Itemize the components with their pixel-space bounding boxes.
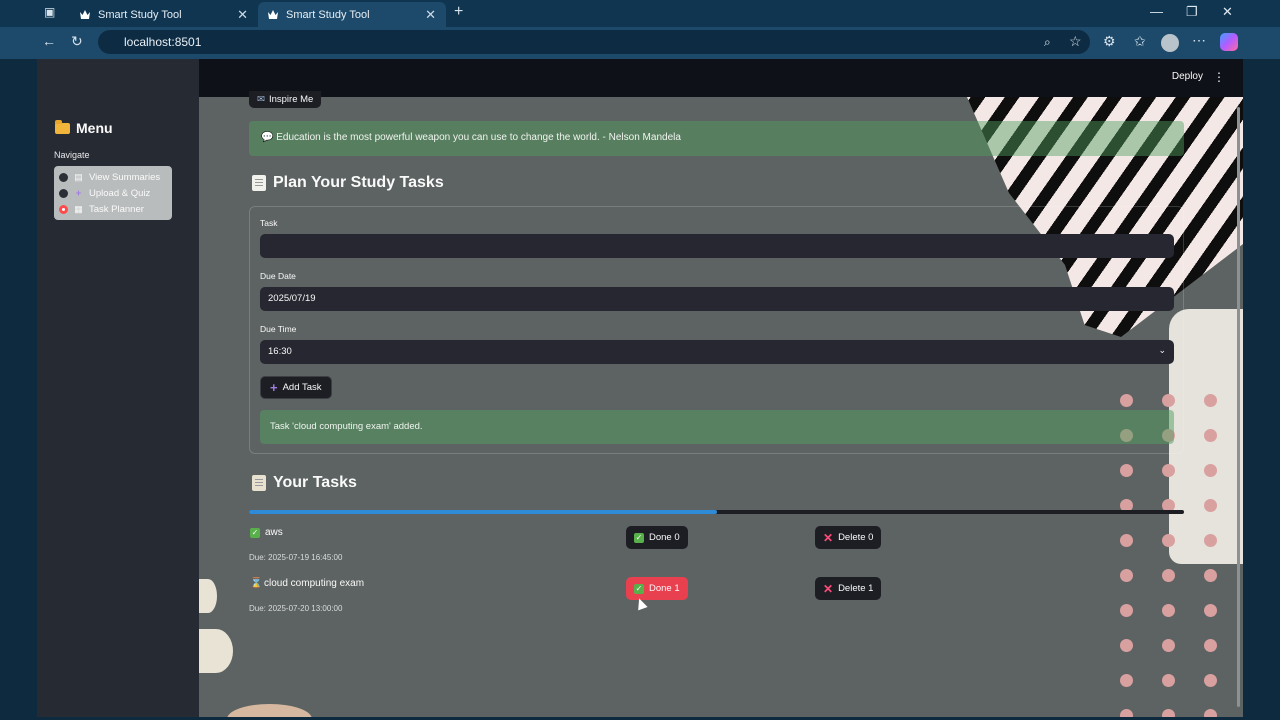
tab-actions-icon[interactable]: ▣ [44,5,55,19]
close-tab-icon[interactable]: ✕ [425,7,436,23]
nav-option-view-summaries[interactable]: ▤ View Summaries [59,169,167,185]
reload-icon[interactable]: ↻ [71,33,83,50]
clipboard-icon [252,475,266,491]
minimize-icon[interactable]: — [1150,4,1163,19]
plan-heading: Plan Your Study Tasks [252,174,444,192]
app-window: Menu Navigate ▤ View Summaries + Upload … [37,59,1243,717]
favorite-icon[interactable]: ☆ [1069,33,1082,50]
scrollbar[interactable] [1237,107,1240,707]
add-task-button[interactable]: + Add Task [260,376,332,399]
nav-option-label: Task Planner [89,203,144,215]
progress-bar [249,510,1184,514]
speech-bubble-icon: 💬 [261,132,274,143]
nav-option-upload-quiz[interactable]: + Upload & Quiz [59,185,167,201]
delete-button[interactable]: ✕ Delete 1 [815,577,882,600]
new-tab-icon[interactable]: + [454,3,463,21]
extensions-icon[interactable]: ⚙ [1103,33,1116,50]
quote-text: Education is the most powerful weapon yo… [276,132,681,143]
task-due: Due: 2025-07-20 13:00:00 [249,604,343,613]
zoom-icon[interactable]: ⌕ [1044,35,1051,50]
page-icon: ▤ [74,172,83,182]
plus-icon: + [270,380,278,395]
url-text: localhost:8501 [124,35,202,49]
browser-toolbar: ← ↻ localhost:8501 ⌕ ☆ ⚙ ✩ ⋯ [0,27,1280,59]
nav-option-label: View Summaries [89,171,161,183]
due-date-label: Due Date [260,271,296,281]
navigation-radio-group: ▤ View Summaries + Upload & Quiz ▦ Task … [54,166,172,220]
due-time-label: Due Time [260,324,297,334]
done-button-label: Done 1 [649,583,680,594]
streamlit-crown-icon [80,10,90,19]
close-window-icon[interactable]: ✕ [1222,4,1233,20]
task-title-text: cloud computing exam [264,578,365,589]
address-bar[interactable]: localhost:8501 [98,30,1090,54]
folder-icon [55,119,70,134]
due-time-select[interactable]: 16:30 ⌄ [260,340,1174,364]
tab-title: Smart Study Tool [98,8,182,21]
hourglass-icon: ⌛ [250,578,263,589]
plan-heading-text: Plan Your Study Tasks [273,174,444,191]
nav-option-label: Upload & Quiz [89,187,151,199]
delete-button-label: Delete 1 [838,583,874,594]
close-icon: ✕ [823,530,834,545]
radio-button-selected[interactable] [59,204,68,214]
task-item-title: ⌛ cloud computing exam [250,578,364,589]
task-input[interactable] [260,234,1174,258]
check-icon: ✓ [634,532,644,543]
main-content: ✉ Inspire Me 💬 Education is the most pow… [199,91,1243,717]
chevron-down-icon: ⌄ [1158,345,1166,355]
due-time-value: 16:30 [268,346,292,357]
due-date-value: 2025/07/19 [268,293,316,304]
sidebar-title-text: Menu [76,120,113,136]
navigate-label: Navigate [54,150,90,160]
app-header: Deploy ⋮ [199,59,1243,97]
inspire-button-label: Inspire Me [268,94,314,105]
task-form: Task Due Date 2025/07/19 Due Time 16:30 … [249,206,1184,454]
due-date-input[interactable]: 2025/07/19 [260,287,1174,311]
inspire-me-button[interactable]: ✉ Inspire Me [249,91,322,108]
check-icon: ✓ [634,583,644,594]
radio-button[interactable] [59,188,68,198]
done-button[interactable]: ✓ Done 0 [626,526,688,549]
memo-icon [252,175,266,191]
copilot-icon[interactable] [1220,33,1238,51]
main-menu-icon[interactable]: ⋮ [1213,70,1225,84]
streamlit-crown-icon [268,10,278,19]
deploy-button[interactable]: Deploy [1172,71,1203,82]
profile-avatar[interactable] [1161,34,1179,52]
done-button[interactable]: ✓ Done 1 [626,577,688,600]
plus-icon: + [75,188,82,198]
delete-button-label: Delete 0 [838,532,874,543]
success-message: Task 'cloud computing exam' added. [260,410,1174,444]
delete-button[interactable]: ✕ Delete 0 [815,526,882,549]
check-icon: ✓ [250,527,260,538]
tab-title: Smart Study Tool [286,8,370,21]
close-icon: ✕ [823,581,834,596]
tasks-heading-text: Your Tasks [273,474,357,491]
favorites-list-icon[interactable]: ✩ [1134,33,1146,50]
task-item-title: ✓ aws [250,527,283,538]
envelope-icon: ✉ [257,94,265,105]
done-button-label: Done 0 [649,532,680,543]
more-icon[interactable]: ⋯ [1192,32,1206,49]
nav-option-task-planner[interactable]: ▦ Task Planner [59,201,167,217]
quote-box: 💬 Education is the most powerful weapon … [249,121,1184,156]
tasks-heading: Your Tasks [252,474,357,492]
sidebar-title: Menu [55,119,113,136]
task-label: Task [260,218,278,228]
calendar-icon: ▦ [74,204,83,214]
sidebar: Menu Navigate ▤ View Summaries + Upload … [37,59,199,717]
back-icon[interactable]: ← [42,33,56,49]
task-due: Due: 2025-07-19 16:45:00 [249,553,343,562]
add-task-label: Add Task [282,382,322,393]
task-title-text: aws [265,527,283,538]
browser-tab-bar: ▣ Smart Study Tool ✕ Smart Study Tool ✕ … [0,0,1280,27]
close-tab-icon[interactable]: ✕ [237,7,248,23]
maximize-icon[interactable]: ❐ [1186,4,1198,20]
progress-fill [249,510,717,514]
browser-tab-2[interactable]: Smart Study Tool ✕ [258,2,446,27]
radio-button[interactable] [59,172,68,182]
browser-tab-1[interactable]: Smart Study Tool ✕ [70,2,258,27]
